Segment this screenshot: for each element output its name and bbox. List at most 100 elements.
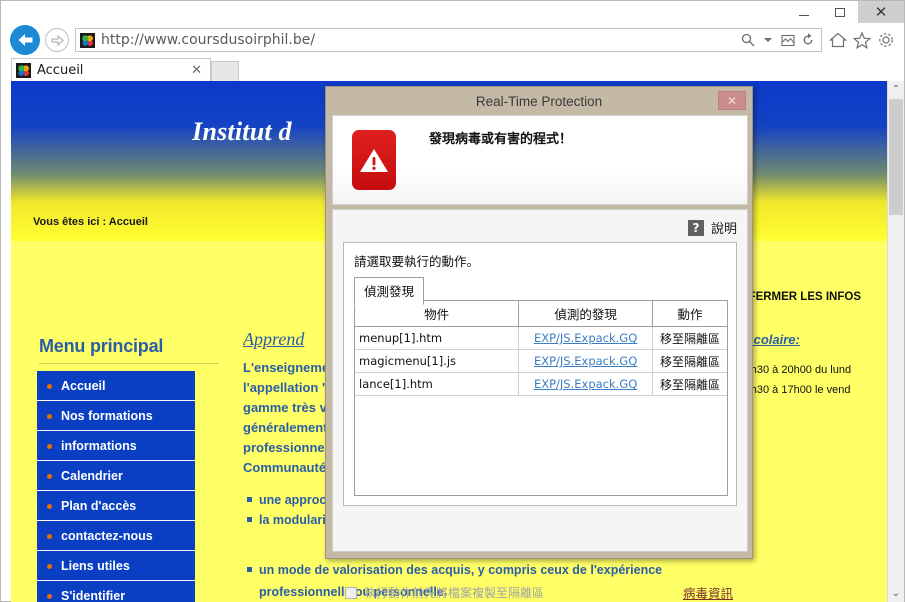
sidebar-item-liens-utiles[interactable]: Liens utiles	[37, 551, 195, 581]
table-row[interactable]: lance[1].htm EXP/JS.Expack.GQ 移至隔離區	[355, 372, 727, 396]
sidebar-item-label: S'identifier	[61, 589, 126, 602]
sidebar-item-sidentifier[interactable]: S'identifier	[37, 581, 195, 602]
chevron-down-icon[interactable]	[758, 29, 778, 51]
screenshot-root: ✕ http://www.coursdusoirphil.be/ Accueil…	[0, 0, 905, 602]
favorites-star-icon[interactable]	[850, 27, 874, 53]
sidebar-item-accueil[interactable]: Accueil	[37, 371, 195, 401]
detection-link[interactable]: EXP/JS.Expack.GQ	[534, 377, 637, 391]
sidebar-item-contactez-nous[interactable]: contactez-nous	[37, 521, 195, 551]
breadcrumb: Vous êtes ici : Accueil	[33, 216, 148, 228]
sidebar-item-label: Plan d'accès	[61, 498, 137, 513]
realtime-protection-dialog: Real-Time Protection ✕ 發現病毒或有害的程式！ ? 說明 …	[325, 86, 753, 601]
window-controls: ✕	[786, 1, 904, 23]
sidebar-item-label: informations	[61, 438, 137, 453]
column-header-action: 動作	[652, 301, 727, 327]
maximize-button[interactable]	[822, 1, 858, 23]
detection-link[interactable]: EXP/JS.Expack.GQ	[534, 354, 637, 368]
close-icon: ✕	[726, 93, 738, 108]
instruction-text: 請選取要執行的動作。	[354, 254, 480, 269]
copy-to-quarantine-checkbox[interactable]: 執行動作前先將檔案複製至隔離區	[345, 584, 544, 601]
bullet-icon	[47, 414, 52, 419]
tab-favicon-icon	[16, 62, 31, 78]
help-link[interactable]: ? 說明	[687, 218, 737, 237]
gear-icon[interactable]	[874, 27, 898, 53]
menu-divider	[39, 363, 219, 364]
main-menu: Accueil Nos formations informations Cale…	[37, 371, 195, 602]
dialog-close-button[interactable]: ✕	[718, 91, 746, 110]
bottom-bullet-continuation: professionnelle ou personnelle.	[259, 585, 448, 599]
detection-link[interactable]: EXP/JS.Expack.GQ	[534, 331, 637, 345]
bullet-icon	[47, 444, 52, 449]
checkbox-box[interactable]	[345, 586, 357, 599]
column-header-detection: 偵測的發現	[518, 301, 654, 327]
bullet-icon	[47, 384, 52, 389]
sidebar-item-label: contactez-nous	[61, 528, 153, 543]
close-window-button[interactable]: ✕	[858, 1, 904, 23]
dialog-titlebar: Real-Time Protection ✕	[326, 87, 752, 115]
detections-table: 物件 偵測的發現 動作 menup[1].htm EXP/JS.Expack.G…	[355, 301, 727, 396]
banner-title-fragment-1: Institut d	[192, 117, 292, 146]
bullet-icon	[47, 594, 52, 599]
sidebar-item-informations[interactable]: informations	[37, 431, 195, 461]
cell-object: menup[1].htm	[355, 326, 520, 350]
tab-close-icon[interactable]: ✕	[191, 62, 202, 78]
scroll-down-icon[interactable]: ⌄	[888, 585, 904, 602]
sidebar-item-label: Nos formations	[61, 408, 153, 423]
checkbox-label: 執行動作前先將檔案複製至隔離區	[364, 586, 545, 600]
address-bar-icons	[738, 29, 821, 51]
search-icon[interactable]	[738, 29, 758, 51]
back-button[interactable]	[10, 25, 40, 55]
window-titlebar: ✕	[1, 1, 904, 23]
detections-tab-body: 物件 偵測的發現 動作 menup[1].htm EXP/JS.Expack.G…	[354, 300, 728, 496]
dialog-warning-banner: 發現病毒或有害的程式！	[332, 115, 748, 205]
forward-button[interactable]	[45, 28, 69, 52]
detection-panel: 請選取要執行的動作。 偵測發現 物件 偵測的發現 動作 menup[1].htm…	[343, 242, 737, 506]
cell-detection: EXP/JS.Expack.GQ	[518, 372, 654, 396]
sidebar-item-plan-dacces[interactable]: Plan d'accès	[37, 491, 195, 521]
sidebar-item-label: Liens utiles	[61, 558, 130, 573]
browser-window: ✕ http://www.coursdusoirphil.be/ Accueil…	[0, 0, 905, 602]
question-mark-icon: ?	[687, 219, 704, 236]
menu-principal-heading: Menu principal	[39, 336, 164, 356]
bullet-icon	[47, 474, 52, 479]
sidebar-item-label: Calendrier	[61, 468, 123, 483]
sidebar-item-label: Accueil	[61, 378, 106, 393]
cell-action[interactable]: 移至隔離區	[652, 349, 727, 373]
bullet-icon	[47, 564, 52, 569]
list-item: un mode de valorisation des acquis, y co…	[247, 559, 883, 581]
tab-accueil[interactable]: Accueil ✕	[11, 58, 211, 81]
navigation-bar: http://www.coursdusoirphil.be/	[1, 23, 904, 57]
dialog-title: Real-Time Protection	[475, 93, 603, 109]
tab-strip: Accueil ✕	[1, 57, 904, 81]
minimize-button[interactable]	[786, 1, 822, 23]
new-tab-button[interactable]	[211, 61, 239, 81]
refresh-icon[interactable]	[798, 29, 818, 51]
sidebar-item-nos-formations[interactable]: Nos formations	[37, 401, 195, 431]
site-favicon-icon	[80, 32, 95, 48]
home-icon[interactable]	[826, 27, 850, 53]
table-row[interactable]: magicmenu[1].js EXP/JS.Expack.GQ 移至隔離區	[355, 349, 727, 373]
address-bar[interactable]: http://www.coursdusoirphil.be/	[75, 28, 822, 52]
dialog-warning-text: 發現病毒或有害的程式！	[429, 132, 573, 147]
tab-title: Accueil	[37, 62, 84, 78]
cell-detection: EXP/JS.Expack.GQ	[518, 349, 654, 373]
scrollbar-thumb[interactable]	[889, 99, 903, 215]
dialog-main-area: ? 說明 請選取要執行的動作。 偵測發現 物件 偵測的發現 動作 menup[1…	[332, 209, 748, 601]
sidebar-item-calendrier[interactable]: Calendrier	[37, 461, 195, 491]
bottom-bullet-ul: un mode de valorisation des acquis, y co…	[243, 559, 883, 581]
scroll-up-icon[interactable]: ⌃	[888, 81, 904, 98]
cell-action[interactable]: 移至隔離區	[652, 326, 727, 350]
cell-action[interactable]: 移至隔離區	[652, 372, 727, 396]
browser-toolbar-icons	[826, 27, 904, 53]
url-text: http://www.coursdusoirphil.be/	[101, 32, 316, 48]
virus-info-link[interactable]: 病毒資訊	[683, 583, 733, 602]
bottom-bullet-list: un mode de valorisation des acquis, y co…	[243, 559, 883, 602]
cell-object: lance[1].htm	[355, 372, 520, 396]
forward-arrow-icon	[50, 34, 64, 46]
cell-detection: EXP/JS.Expack.GQ	[518, 326, 654, 350]
tab-detections[interactable]: 偵測發現	[354, 277, 425, 305]
compatibility-view-icon[interactable]	[778, 29, 798, 51]
page-scrollbar[interactable]: ⌃ ⌄	[887, 81, 904, 602]
bullet-icon	[47, 534, 52, 539]
table-row[interactable]: menup[1].htm EXP/JS.Expack.GQ 移至隔離區	[355, 326, 727, 350]
